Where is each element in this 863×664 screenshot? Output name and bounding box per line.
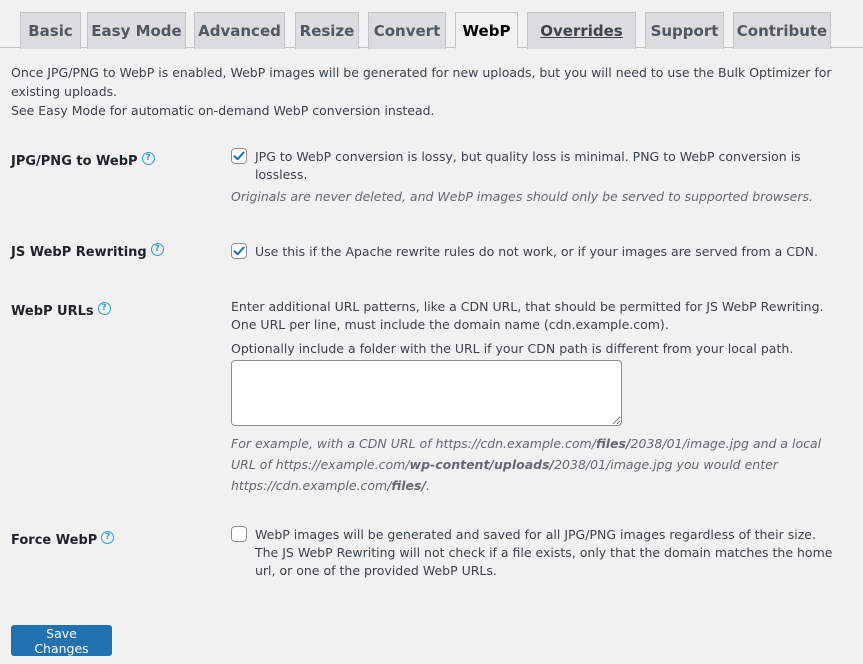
js-webp-checkbox[interactable] [231,243,247,259]
tab-resize-label: Resize [299,22,355,40]
tab-support[interactable]: Support [645,12,724,49]
jpg-png-webp-text: JPG to WebP conversion is lossy, but qua… [255,149,801,182]
checkmark-icon [233,151,245,161]
force-webp-label: Force WebP [11,533,98,548]
example-bold-3: files/ [391,478,427,493]
settings-tab-bar: Basic Easy Mode Advanced Resize Convert … [0,0,863,49]
save-changes-button[interactable]: Save Changes [11,625,112,656]
tab-advanced[interactable]: Advanced [194,12,285,49]
force-webp-field: WebP images will be generated and saved … [231,526,843,580]
help-icon[interactable]: ? [97,302,111,315]
intro-line-1: Once JPG/PNG to WebP is enabled, WebP im… [11,65,832,99]
js-webp-label: JS WebP Rewriting [11,245,147,260]
tab-support-label: Support [650,22,719,40]
tab-easy-mode[interactable]: Easy Mode [87,12,186,49]
webp-urls-label: WebP URLs [11,304,94,319]
js-webp-field: Use this if the Apache rewrite rules do … [231,243,843,261]
tab-contribute[interactable]: Contribute [733,12,831,49]
webp-urls-field: Enter additional URL patterns, like a CD… [231,298,843,496]
help-icon[interactable]: ? [101,531,115,544]
jpg-png-webp-label-row: JPG/PNG to WebP ? [11,152,155,169]
jpg-png-webp-description: Originals are never deleted, and WebP im… [231,189,813,204]
jpg-png-webp-label: JPG/PNG to WebP [11,154,138,169]
help-icon[interactable]: ? [141,152,155,165]
webp-urls-textarea[interactable] [231,360,622,426]
tab-basic-label: Basic [28,22,73,40]
js-webp-option: Use this if the Apache rewrite rules do … [231,243,843,261]
example-bold-2: wp-content/uploads/ [409,457,555,472]
js-webp-label-row: JS WebP Rewriting ? [11,243,164,260]
webp-urls-folder-note: Optionally include a folder with the URL… [231,341,794,356]
tab-easy-mode-label: Easy Mode [91,22,182,40]
example-part-4: . [426,478,431,493]
intro-text: Once JPG/PNG to WebP is enabled, WebP im… [11,63,841,120]
tab-overrides[interactable]: Overrides [527,12,636,49]
webp-urls-example: For example, with a CDN URL of https://c… [231,433,843,496]
js-webp-text: Use this if the Apache rewrite rules do … [255,244,818,259]
tab-convert[interactable]: Convert [368,12,446,49]
tab-webp[interactable]: WebP [455,12,518,49]
jpg-png-webp-checkbox[interactable] [231,148,247,164]
checkmark-icon [233,246,245,256]
example-part-1: For example, with a CDN URL of https://c… [231,436,596,451]
tab-resize[interactable]: Resize [295,12,359,49]
tab-contribute-label: Contribute [736,22,828,40]
force-webp-text: WebP images will be generated and saved … [255,527,833,578]
tab-advanced-label: Advanced [198,22,281,40]
force-webp-checkbox[interactable] [231,526,247,542]
tab-convert-label: Convert [373,22,441,40]
webp-urls-label-row: WebP URLs ? [11,302,111,319]
help-icon[interactable]: ? [150,243,164,256]
force-webp-label-row: Force WebP ? [11,531,115,548]
tab-basic[interactable]: Basic [20,12,81,49]
tab-overrides-label: Overrides [540,22,623,40]
webp-urls-intro: Enter additional URL patterns, like a CD… [231,299,824,332]
tab-webp-label: WebP [462,21,511,40]
jpg-png-webp-option: JPG to WebP conversion is lossy, but qua… [231,148,843,184]
example-bold-1: files/ [595,436,631,451]
force-webp-option: WebP images will be generated and saved … [231,526,843,580]
jpg-png-webp-field: JPG to WebP conversion is lossy, but qua… [231,148,843,207]
intro-line-2: See Easy Mode for automatic on-demand We… [11,103,435,118]
